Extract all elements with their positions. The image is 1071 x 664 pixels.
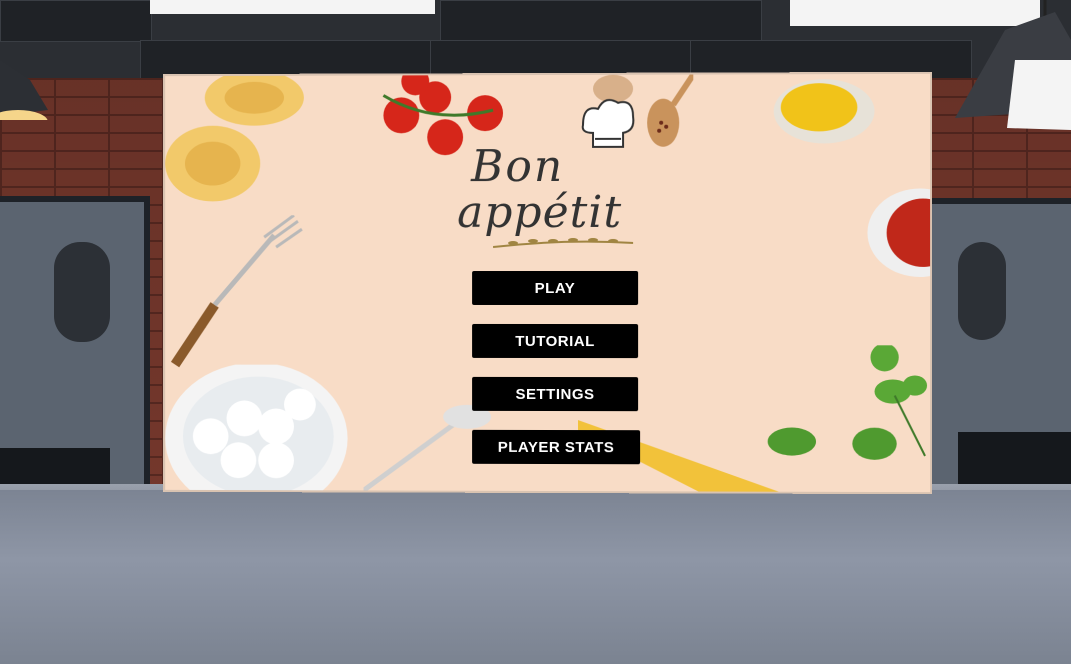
laurel-sprig-icon — [493, 237, 633, 249]
tomato-sauce-bowl-icon — [867, 188, 931, 277]
ceiling — [0, 0, 1071, 82]
pendant-lamp-left — [0, 60, 48, 120]
player-stats-button[interactable]: PLAYER STATS — [472, 429, 641, 465]
counter-top — [0, 490, 1071, 664]
logo-text-line2: appétit — [457, 186, 623, 239]
left-door — [0, 196, 150, 508]
main-menu-screen: Bon appétit PLAY TUTORIAL SETTINGS PLAYE… — [165, 73, 931, 493]
pendant-lamp-right — [955, 0, 1071, 130]
logo-text-line1: Bon — [471, 140, 565, 193]
settings-button[interactable]: SETTINGS — [472, 376, 639, 412]
pasta-nest-icon — [165, 125, 261, 202]
door-window — [54, 242, 110, 342]
basil-icon — [767, 345, 930, 492]
ceiling-panel — [0, 0, 152, 42]
play-button[interactable]: PLAY — [472, 270, 639, 306]
door-window — [958, 242, 1006, 340]
tutorial-button[interactable]: TUTORIAL — [472, 323, 639, 359]
fork-icon — [165, 215, 304, 374]
mozzarella-bowl-icon — [165, 364, 348, 491]
kitchen-scene: Bon appétit PLAY TUTORIAL SETTINGS PLAYE… — [0, 0, 1071, 664]
game-logo: Bon appétit — [453, 98, 653, 255]
right-door — [920, 198, 1071, 498]
ceiling-panel — [440, 0, 762, 42]
olive-oil-bowl-icon — [773, 79, 875, 144]
ceiling-light — [150, 0, 435, 14]
chef-hat-icon — [581, 98, 634, 148]
